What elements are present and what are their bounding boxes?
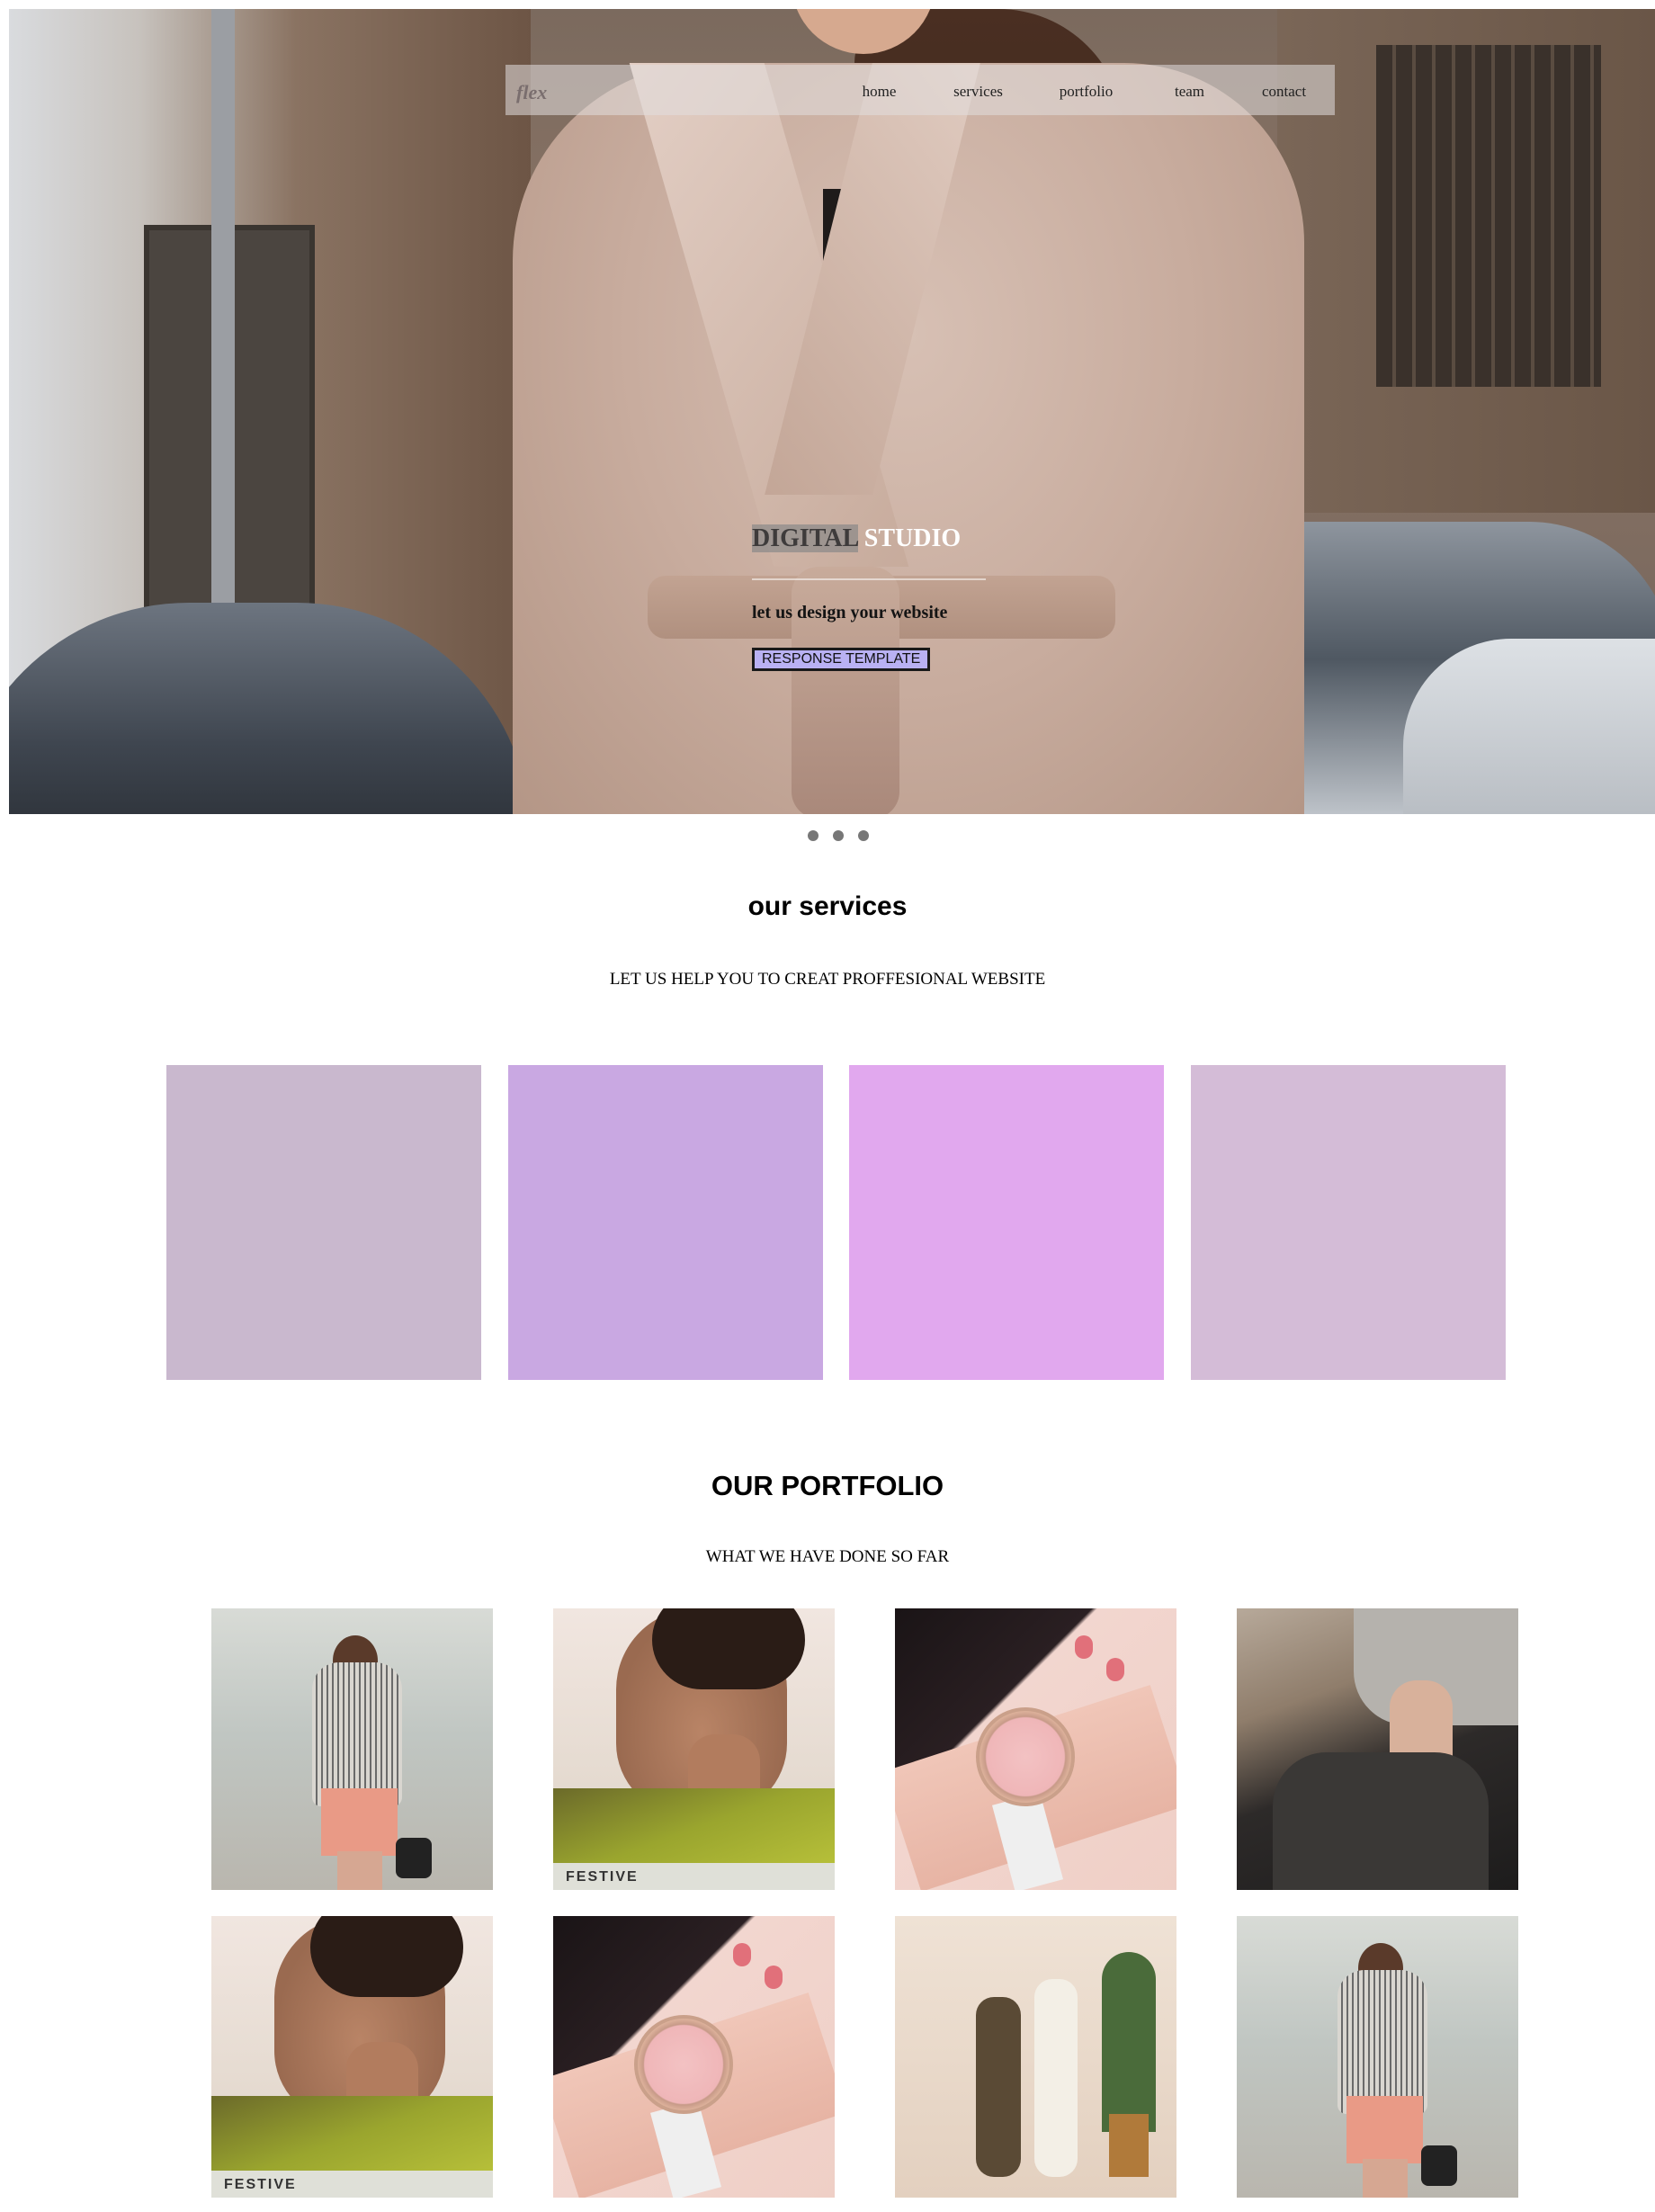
potted-plant bbox=[1102, 1952, 1156, 2132]
services-title: our services bbox=[747, 891, 908, 921]
portfolio-subtitle: WHAT WE HAVE DONE SO FAR bbox=[705, 1547, 950, 1566]
festive-tag: FESTIVE bbox=[211, 2171, 493, 2198]
festive-tag: FESTIVE bbox=[553, 1863, 835, 1890]
hero-title-highlight: DIGITAL bbox=[752, 524, 858, 552]
nav-link-team[interactable]: team bbox=[1142, 83, 1237, 101]
service-box[interactable] bbox=[166, 1065, 481, 1380]
slider-dot[interactable] bbox=[858, 830, 869, 841]
model-saree bbox=[553, 1788, 835, 1869]
services-subtitle: LET US HELP YOU TO CREAT PROFFESIONAL WE… bbox=[609, 970, 1046, 989]
hero-background-window bbox=[1376, 45, 1601, 387]
portfolio-image[interactable]: FESTIVE bbox=[553, 1608, 835, 1890]
portfolio-image[interactable] bbox=[211, 1608, 493, 1890]
hero-banner bbox=[9, 9, 1655, 814]
model-skirt bbox=[321, 1788, 398, 1856]
handbag bbox=[396, 1838, 432, 1878]
nav-link-home[interactable]: home bbox=[832, 83, 926, 101]
top-navbar: flex home services portfolio team contac… bbox=[505, 65, 1335, 115]
fingernail bbox=[1106, 1658, 1124, 1681]
model-hair bbox=[652, 1608, 805, 1689]
model-saree bbox=[211, 2096, 493, 2177]
fingernail bbox=[733, 1943, 751, 1966]
portfolio-title: OUR PORTFOLIO bbox=[711, 1470, 944, 1501]
portfolio-image[interactable] bbox=[553, 1916, 835, 2198]
handbag bbox=[1421, 2145, 1457, 2186]
fingernail bbox=[1075, 1635, 1093, 1659]
model-blazer bbox=[1337, 1970, 1427, 2114]
response-template-button[interactable]: RESPONSE TEMPLATE bbox=[752, 648, 931, 671]
leather-jacket bbox=[1273, 1752, 1489, 1890]
model-figure bbox=[976, 1997, 1021, 2177]
portfolio-image[interactable] bbox=[1237, 1608, 1518, 1890]
model-figure bbox=[1034, 1979, 1078, 2177]
logo[interactable]: flex bbox=[516, 81, 547, 104]
hero-subtitle: let us design your website bbox=[752, 603, 948, 622]
slider-dots bbox=[808, 830, 869, 841]
portfolio-image[interactable] bbox=[895, 1608, 1176, 1890]
watch-dial bbox=[976, 1707, 1075, 1806]
portfolio-image[interactable]: FESTIVE bbox=[211, 1916, 493, 2198]
model-legs bbox=[337, 1851, 382, 1890]
model-legs bbox=[1363, 2159, 1408, 2198]
hero-background-car bbox=[1403, 639, 1655, 814]
service-box[interactable] bbox=[849, 1065, 1164, 1380]
hero-title-rest: STUDIO bbox=[857, 524, 962, 552]
watch-dial bbox=[634, 2015, 733, 2114]
service-box[interactable] bbox=[1191, 1065, 1506, 1380]
slider-dot[interactable] bbox=[833, 830, 844, 841]
model-hair bbox=[310, 1916, 463, 1997]
hero-title: DIGITAL STUDIO bbox=[752, 524, 961, 553]
nav-link-contact[interactable]: contact bbox=[1237, 83, 1331, 101]
model-skirt bbox=[1346, 2096, 1423, 2163]
model-blazer bbox=[312, 1662, 402, 1806]
nav-link-services[interactable]: services bbox=[926, 83, 1030, 101]
service-box[interactable] bbox=[508, 1065, 823, 1380]
nav-links: home services portfolio team contact bbox=[832, 83, 1331, 101]
slider-dot[interactable] bbox=[808, 830, 819, 841]
fingernail bbox=[765, 1966, 783, 1989]
plant-pot bbox=[1109, 2114, 1149, 2177]
portfolio-image[interactable] bbox=[1237, 1916, 1518, 2198]
portfolio-image[interactable] bbox=[895, 1916, 1176, 2198]
nav-link-portfolio[interactable]: portfolio bbox=[1030, 83, 1142, 101]
hero-divider bbox=[752, 578, 986, 580]
